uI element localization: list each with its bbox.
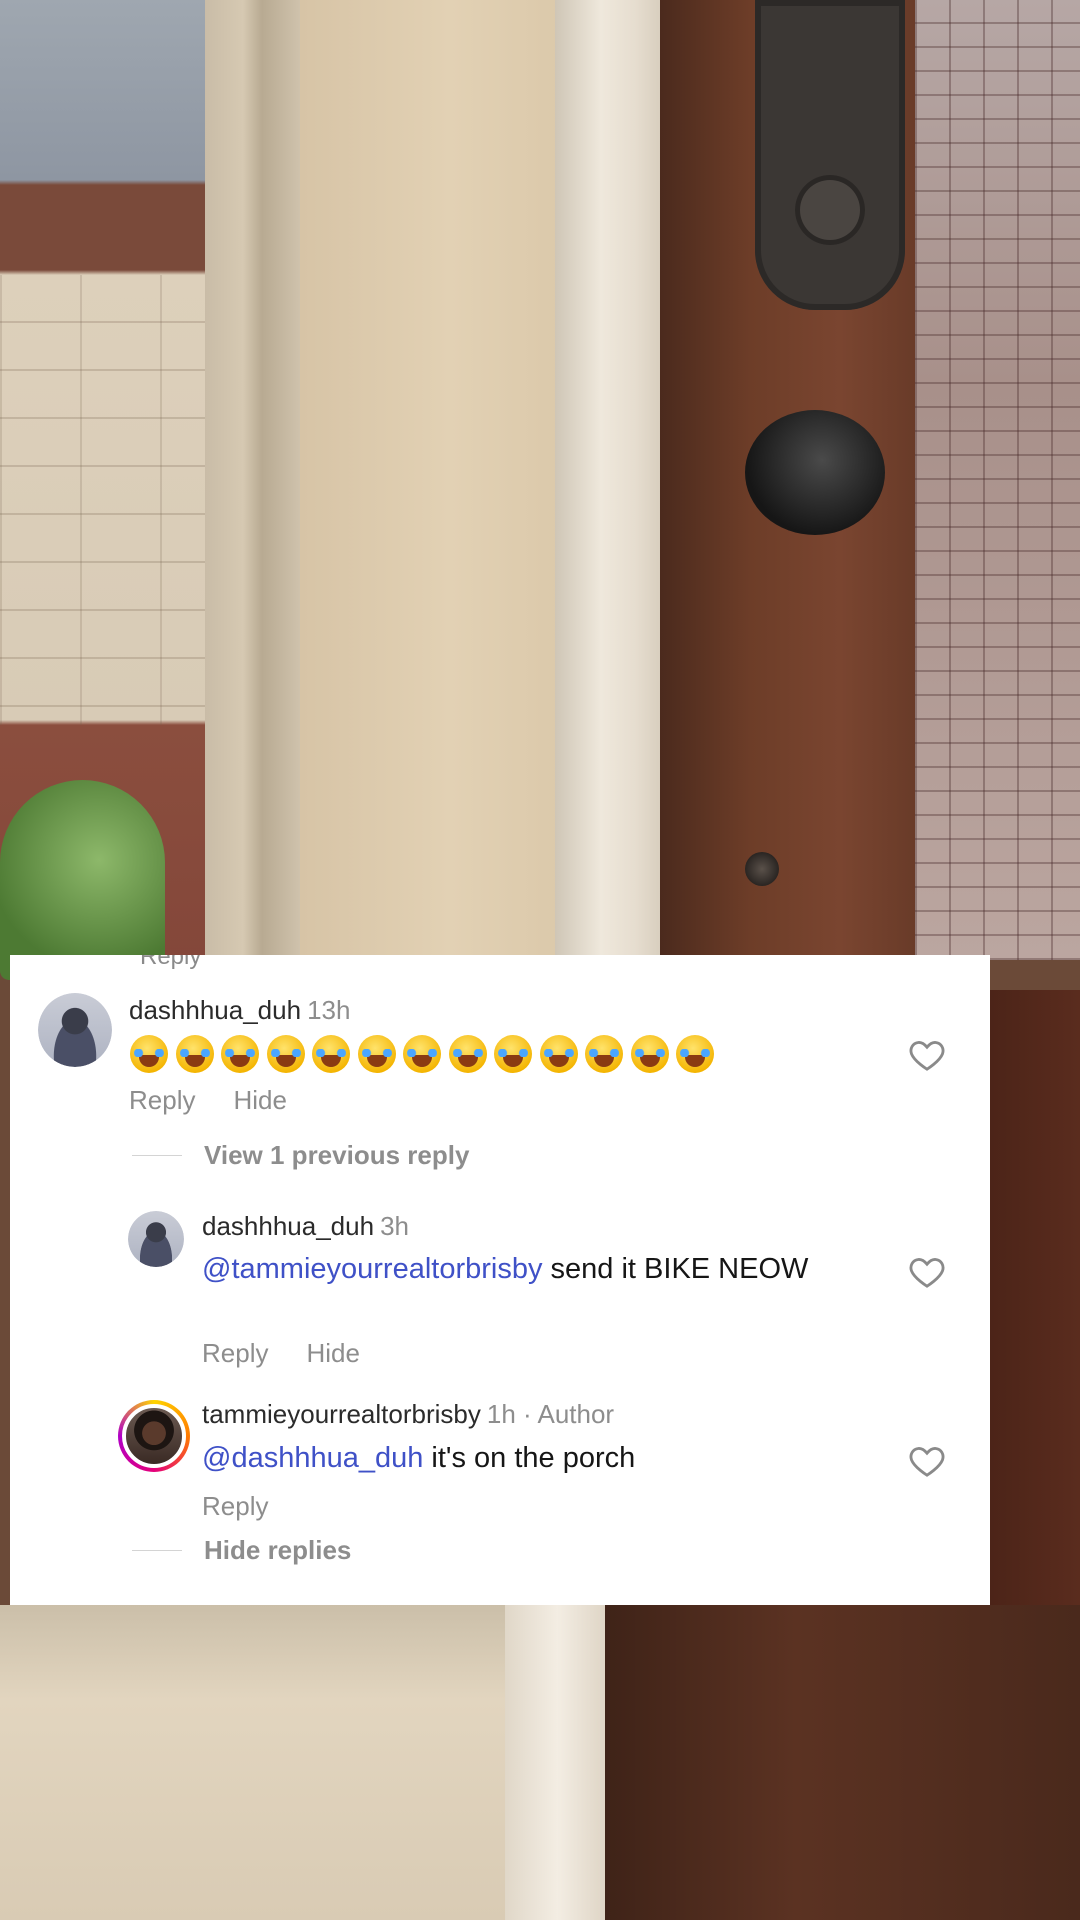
face-with-tears-of-joy-emoji: [403, 1035, 441, 1073]
reply-body: send it BIKE NEOW: [542, 1253, 809, 1285]
hide-button[interactable]: Hide: [306, 1338, 359, 1369]
heart-outline-icon[interactable]: [907, 1252, 947, 1292]
reply-body: it's on the porch: [423, 1442, 636, 1474]
timestamp: 13h: [307, 995, 351, 1025]
hide-replies-link[interactable]: Hide replies: [132, 1535, 351, 1566]
face-with-tears-of-joy-emoji: [494, 1035, 532, 1073]
mention-link[interactable]: @tammieyourrealtorbrisby: [202, 1253, 542, 1285]
comment-header: dashhhua_duh 13h: [129, 995, 350, 1026]
hide-button[interactable]: Hide: [233, 1085, 286, 1116]
face-with-tears-of-joy-emoji: [221, 1035, 259, 1073]
view-previous-reply-link[interactable]: View 1 previous reply: [132, 1140, 469, 1171]
face-with-tears-of-joy-emoji: [130, 1035, 168, 1073]
avatar[interactable]: [128, 1211, 184, 1267]
face-with-tears-of-joy-emoji: [266, 1035, 305, 1073]
face-with-tears-of-joy-emoji: [585, 1035, 623, 1073]
deadbolt-thumb-turn: [795, 175, 865, 245]
strike-plate-screw: [745, 852, 779, 886]
username[interactable]: dashhhua_duh: [202, 1211, 374, 1241]
avatar[interactable]: [38, 993, 112, 1067]
lower-door-frame: [505, 1605, 610, 1920]
author-badge: · Author: [523, 1399, 615, 1429]
face-with-tears-of-joy-emoji: [448, 1035, 487, 1073]
face-with-tears-of-joy-emoji: [357, 1035, 396, 1073]
reply-text: @tammieyourrealtorbrisby send it BIKE NE…: [202, 1251, 822, 1288]
hide-replies-label: Hide replies: [204, 1535, 352, 1565]
face-with-tears-of-joy-emoji: [312, 1035, 350, 1073]
previous-reply-link[interactable]: Reply: [140, 955, 201, 971]
reply-button[interactable]: Reply: [129, 1085, 195, 1116]
reply-actions: Reply Hide: [202, 1338, 360, 1369]
divider-line: [132, 1155, 182, 1156]
heart-outline-icon[interactable]: [907, 1441, 947, 1481]
reply-button[interactable]: Reply: [202, 1338, 268, 1369]
reply-text: @dashhhua_duh it's on the porch: [202, 1440, 822, 1477]
reply-header: dashhhua_duh 3h: [202, 1211, 409, 1242]
timestamp: 3h: [380, 1211, 409, 1241]
face-with-tears-of-joy-emoji: [630, 1035, 669, 1073]
bush: [0, 780, 165, 980]
comment-emoji-text: [130, 1035, 714, 1073]
deadbolt-lock: [755, 0, 905, 310]
leaded-glass-window: [915, 0, 1080, 960]
reply-button[interactable]: Reply: [202, 1491, 268, 1522]
username[interactable]: tammieyourrealtorbrisby: [202, 1399, 481, 1429]
view-previous-reply-label: View 1 previous reply: [204, 1140, 470, 1170]
comment-actions: Reply Hide: [129, 1085, 287, 1116]
mention-link[interactable]: @dashhhua_duh: [202, 1442, 423, 1474]
door-panel: [990, 990, 1080, 1610]
reply-actions: Reply: [202, 1491, 268, 1522]
heart-outline-icon[interactable]: [907, 1035, 947, 1075]
timestamp: 1h: [486, 1399, 516, 1429]
author-avatar[interactable]: [118, 1400, 190, 1472]
face-with-tears-of-joy-emoji: [676, 1035, 714, 1073]
face-with-tears-of-joy-emoji: [539, 1035, 578, 1073]
reply-header: tammieyourrealtorbrisby 1h · Author: [202, 1399, 614, 1430]
divider-line: [132, 1550, 182, 1551]
door-knob: [745, 410, 885, 535]
face-with-tears-of-joy-emoji: [175, 1035, 214, 1073]
comment-card: Reply dashhhua_duh 13h Reply Hide View 1 …: [10, 955, 990, 1605]
lower-door: [605, 1605, 1080, 1920]
username[interactable]: dashhhua_duh: [129, 995, 301, 1025]
